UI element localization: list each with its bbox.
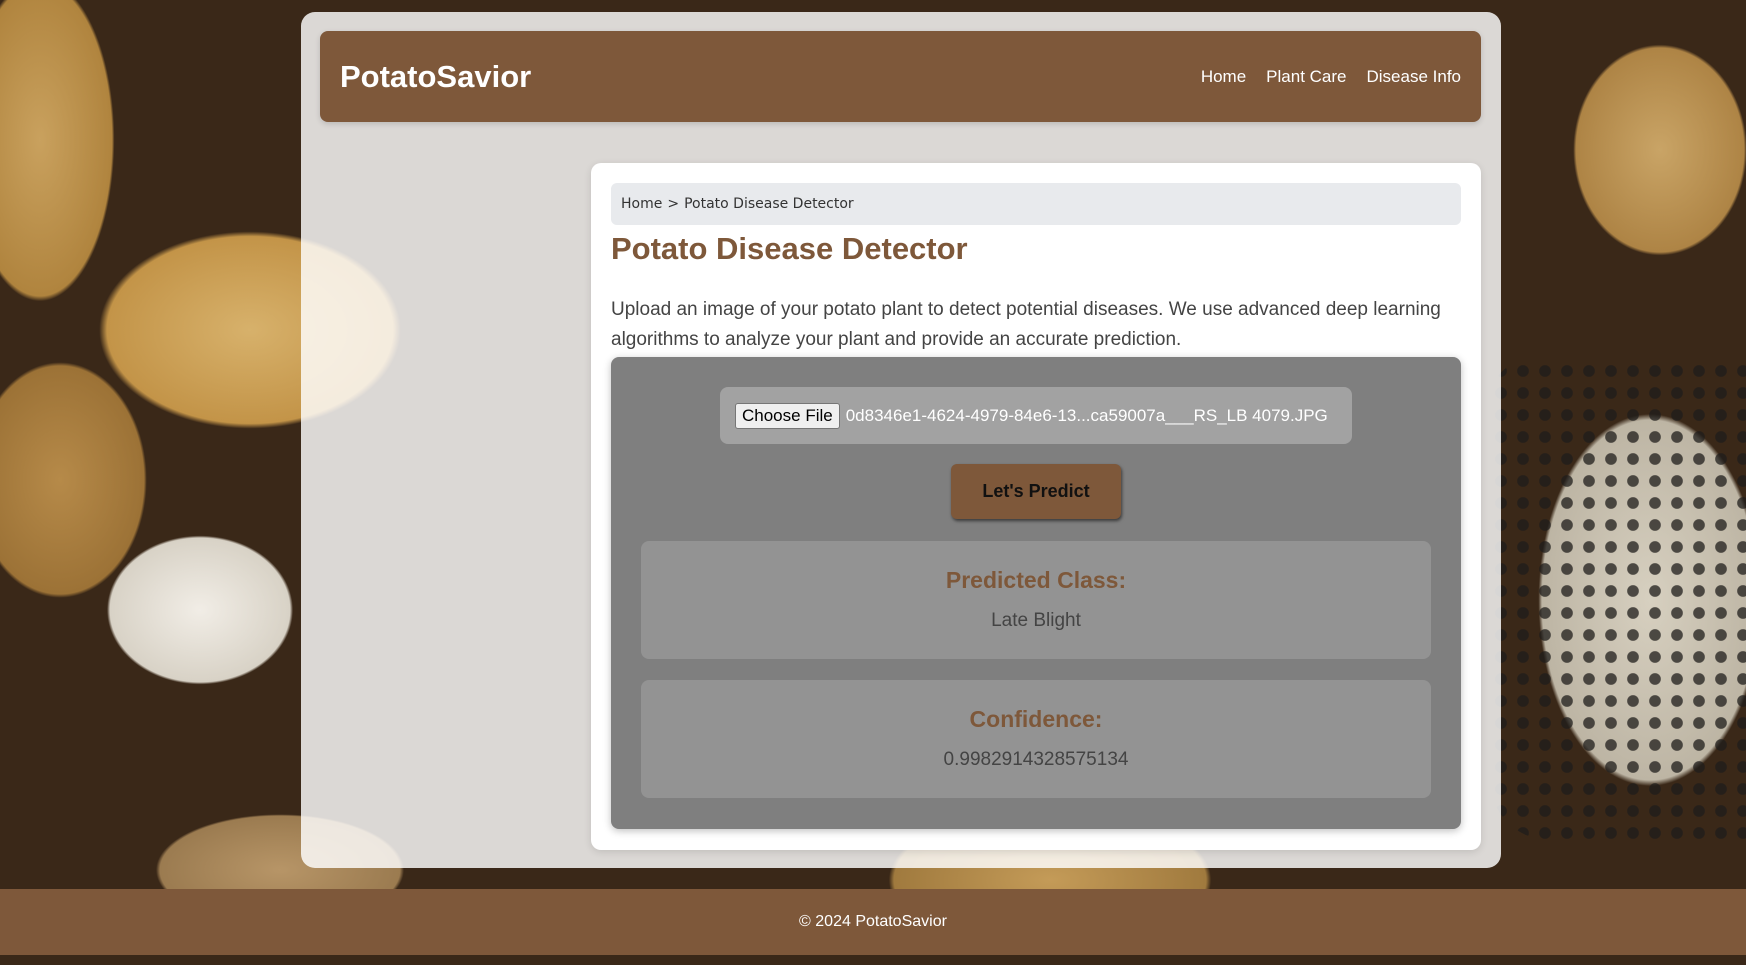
brand-logo[interactable]: PotatoSavior [340, 59, 531, 95]
confidence-value: 0.9982914328575134 [943, 749, 1129, 770]
nav-item-disease-info[interactable]: Disease Info [1367, 67, 1462, 87]
predicted-class-label: Predicted Class: [945, 567, 1127, 593]
nav-item-home[interactable]: Home [1201, 67, 1246, 87]
navbar: PotatoSavior Home Plant Care Disease Inf… [320, 31, 1481, 122]
nav-links: Home Plant Care Disease Info [1201, 67, 1461, 87]
selected-file-name: 0d8346e1-4624-4979-84e6-13...ca59007a___… [845, 405, 1328, 425]
file-input[interactable]: Choose File 0d8346e1-4624-4979-84e6-13..… [720, 387, 1352, 444]
choose-file-button[interactable]: Choose File [735, 402, 840, 429]
confidence-label: Confidence: [969, 706, 1103, 732]
nav-item-plant-care[interactable]: Plant Care [1266, 67, 1346, 87]
breadcrumb: Home > Potato Disease Detector [611, 183, 1461, 225]
breadcrumb-separator: > [667, 196, 680, 212]
predicted-class-value: Late Blight [991, 610, 1081, 631]
upload-panel: Choose File 0d8346e1-4624-4979-84e6-13..… [611, 357, 1461, 829]
footer-copyright: © 2024 PotatoSavior [799, 913, 947, 930]
breadcrumb-current: Potato Disease Detector [684, 196, 854, 212]
page-title: Potato Disease Detector [611, 231, 968, 266]
background-glove-texture [1490, 360, 1746, 840]
footer: © 2024 PotatoSavior [0, 889, 1746, 955]
confidence-box: Confidence: 0.9982914328575134 [641, 680, 1431, 798]
predicted-class-box: Predicted Class: Late Blight [641, 541, 1431, 659]
predict-button[interactable]: Let's Predict [951, 464, 1121, 519]
detector-card: Home > Potato Disease Detector Potato Di… [591, 163, 1481, 850]
breadcrumb-home-link[interactable]: Home [621, 196, 662, 212]
intro-text: Upload an image of your potato plant to … [611, 299, 1441, 350]
